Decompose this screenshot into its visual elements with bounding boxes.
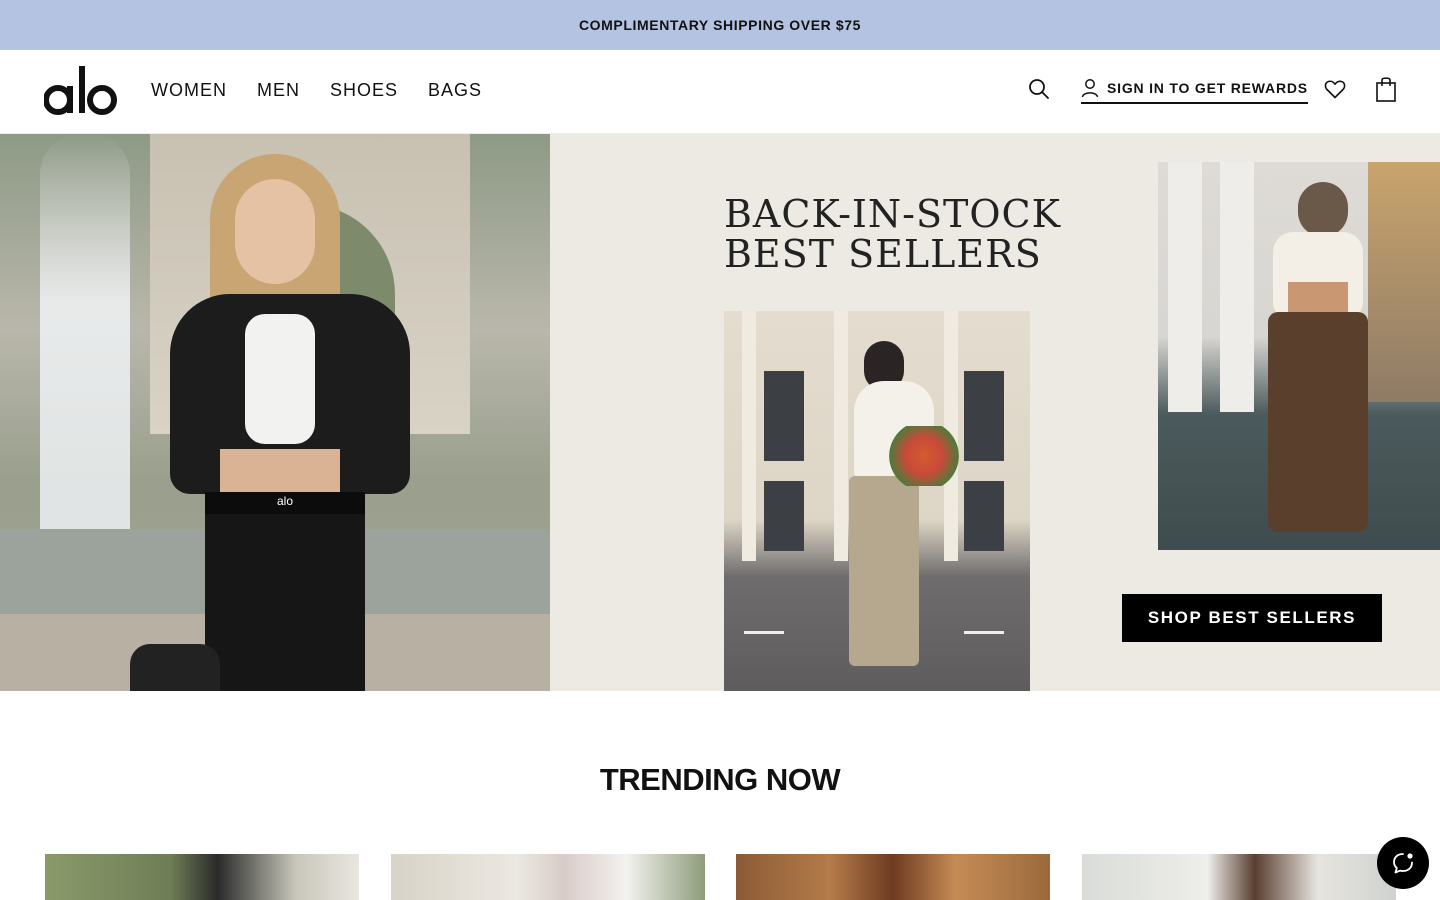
shop-best-sellers-button[interactable]: SHOP BEST SELLERS bbox=[1122, 594, 1382, 642]
search-icon bbox=[1029, 79, 1049, 99]
nav-shoes[interactable]: SHOES bbox=[330, 80, 398, 101]
nav-men[interactable]: MEN bbox=[257, 80, 300, 101]
trending-title: TRENDING NOW bbox=[599, 762, 841, 797]
trending-grid bbox=[45, 854, 1396, 900]
hero-left-image: alo bbox=[0, 134, 550, 691]
model-face bbox=[235, 179, 315, 284]
flower-bouquet bbox=[889, 426, 959, 486]
chat-button[interactable] bbox=[1377, 837, 1429, 889]
promo-bar: COMPLIMENTARY SHIPPING OVER $75 bbox=[0, 0, 1440, 50]
road-marking bbox=[964, 631, 1004, 634]
model-handbag bbox=[130, 644, 220, 691]
building-column bbox=[742, 311, 756, 561]
model-midriff bbox=[220, 449, 340, 494]
model-pants bbox=[205, 492, 365, 691]
model-midriff bbox=[1288, 282, 1348, 312]
waistband-logo: alo bbox=[276, 494, 293, 508]
shopping-bag-icon bbox=[1376, 77, 1396, 102]
search-button[interactable] bbox=[1027, 77, 1051, 101]
model-brown-pants bbox=[1268, 312, 1368, 532]
user-icon bbox=[1081, 79, 1099, 98]
chat-icon bbox=[1393, 853, 1413, 874]
wishlist-button[interactable] bbox=[1323, 77, 1347, 101]
trending-product-tile[interactable] bbox=[45, 854, 359, 900]
trending-product-tile[interactable] bbox=[1082, 854, 1396, 900]
alo-logo-icon bbox=[43, 66, 117, 115]
city-street bbox=[1368, 162, 1440, 402]
promo-text: COMPLIMENTARY SHIPPING OVER $75 bbox=[578, 17, 862, 33]
road-marking bbox=[744, 631, 784, 634]
nav-bags[interactable]: BAGS bbox=[428, 80, 482, 101]
trending-product-tile[interactable] bbox=[391, 854, 705, 900]
hero-middle-photo bbox=[724, 311, 1030, 691]
building-window bbox=[964, 371, 1004, 461]
pillar bbox=[1168, 162, 1202, 412]
building-column bbox=[834, 311, 848, 561]
model-black-jacket: alo bbox=[130, 154, 420, 691]
trending-product-tile[interactable] bbox=[736, 854, 1050, 900]
building-window bbox=[764, 481, 804, 551]
model-cap bbox=[1298, 182, 1348, 237]
building-window bbox=[764, 371, 804, 461]
hero-banner[interactable]: alo BACK-IN-STOCK BEST SELLERS SHOP BEST… bbox=[0, 134, 1440, 691]
pillar bbox=[1220, 162, 1254, 412]
shop-best-sellers-label: SHOP BEST SELLERS bbox=[1147, 608, 1357, 627]
cart-button[interactable] bbox=[1374, 75, 1398, 103]
main-nav: WOMEN MEN SHOES BAGS bbox=[151, 80, 482, 101]
model-top bbox=[245, 314, 315, 444]
hero-title-line1: BACK-IN-STOCK bbox=[724, 192, 1062, 236]
sign-in-link[interactable]: SIGN IN TO GET REWARDS bbox=[1081, 78, 1308, 104]
building-window bbox=[964, 481, 1004, 551]
site-header: WOMEN MEN SHOES BAGS SIGN IN TO GET REWA… bbox=[0, 50, 1440, 134]
sign-in-label: SIGN IN TO GET REWARDS bbox=[1107, 80, 1308, 96]
nav-women[interactable]: WOMEN bbox=[151, 80, 227, 101]
heart-icon bbox=[1324, 80, 1346, 99]
hero-title: BACK-IN-STOCK BEST SELLERS bbox=[724, 194, 1061, 274]
hero-right-photo bbox=[1158, 162, 1440, 550]
logo[interactable] bbox=[43, 64, 118, 116]
model-trousers bbox=[849, 476, 919, 666]
hero-title-line2: BEST SELLERS bbox=[724, 232, 1042, 276]
